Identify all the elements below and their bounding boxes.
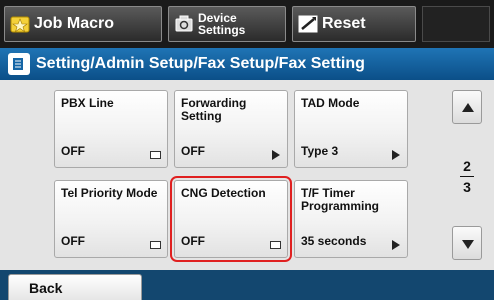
tile-label: Forwarding Setting [181, 96, 247, 123]
bottom-bar: Back [0, 270, 494, 300]
tile-forwarding-setting[interactable]: Forwarding Setting OFF [174, 90, 288, 168]
settings-menu-icon [8, 53, 30, 75]
triangle-down-icon [462, 240, 474, 249]
tile-cng-detection[interactable]: CNG Detection OFF [170, 176, 292, 262]
page-indicator: 2 3 [452, 158, 482, 195]
chevron-right-icon [392, 240, 400, 250]
tile-label: PBX Line [61, 96, 114, 110]
reset-icon [298, 14, 318, 34]
device-settings-button[interactable]: Device Settings [168, 6, 286, 42]
device-settings-icon [174, 14, 194, 34]
job-macro-button[interactable]: Job Macro [4, 6, 162, 42]
toggle-box-icon [270, 241, 281, 249]
tile-value: OFF [181, 234, 205, 248]
chevron-right-icon [272, 150, 280, 160]
tile-value: OFF [61, 144, 85, 158]
page-total: 3 [463, 179, 471, 195]
scroll-up-button[interactable] [452, 90, 482, 124]
job-macro-label: Job Macro [34, 15, 115, 32]
device-settings-label-2: Settings [198, 23, 246, 37]
tile-value: OFF [181, 144, 205, 158]
toggle-box-icon [150, 151, 161, 159]
tile-label: T/F Timer Programming [301, 186, 380, 213]
tile-pbx-line[interactable]: PBX Line OFF [54, 90, 168, 168]
back-button[interactable]: Back [8, 274, 142, 300]
reset-label: Reset [322, 15, 366, 32]
star-icon [10, 14, 30, 34]
toggle-box-icon [150, 241, 161, 249]
tile-label: Tel Priority Mode [61, 186, 158, 200]
title-bar: Setting/Admin Setup/Fax Setup/Fax Settin… [0, 48, 494, 80]
triangle-up-icon [462, 103, 474, 112]
page-divider [460, 176, 474, 177]
chevron-right-icon [392, 150, 400, 160]
tile-value: 35 seconds [301, 234, 367, 248]
tile-tel-priority-mode[interactable]: Tel Priority Mode OFF [54, 180, 168, 258]
page-scroller: 2 3 [440, 80, 494, 270]
settings-grid: PBX Line OFF Forwarding Setting OFF TAD … [0, 80, 440, 270]
top-toolbar: Job Macro Device Settings Reset [0, 0, 494, 48]
scroll-down-button[interactable] [452, 226, 482, 260]
page-current: 2 [463, 158, 471, 174]
toolbar-blank-slot [422, 6, 490, 42]
reset-button[interactable]: Reset [292, 6, 416, 42]
tile-tad-mode[interactable]: TAD Mode Type 3 [294, 90, 408, 168]
tile-label: CNG Detection [181, 186, 266, 200]
tile-tf-timer-programming[interactable]: T/F Timer Programming 35 seconds [294, 180, 408, 258]
back-label: Back [29, 279, 63, 296]
tile-value: Type 3 [301, 144, 339, 158]
tile-label: TAD Mode [301, 96, 360, 110]
tile-value: OFF [61, 234, 85, 248]
page-title: Setting/Admin Setup/Fax Setup/Fax Settin… [36, 55, 365, 72]
